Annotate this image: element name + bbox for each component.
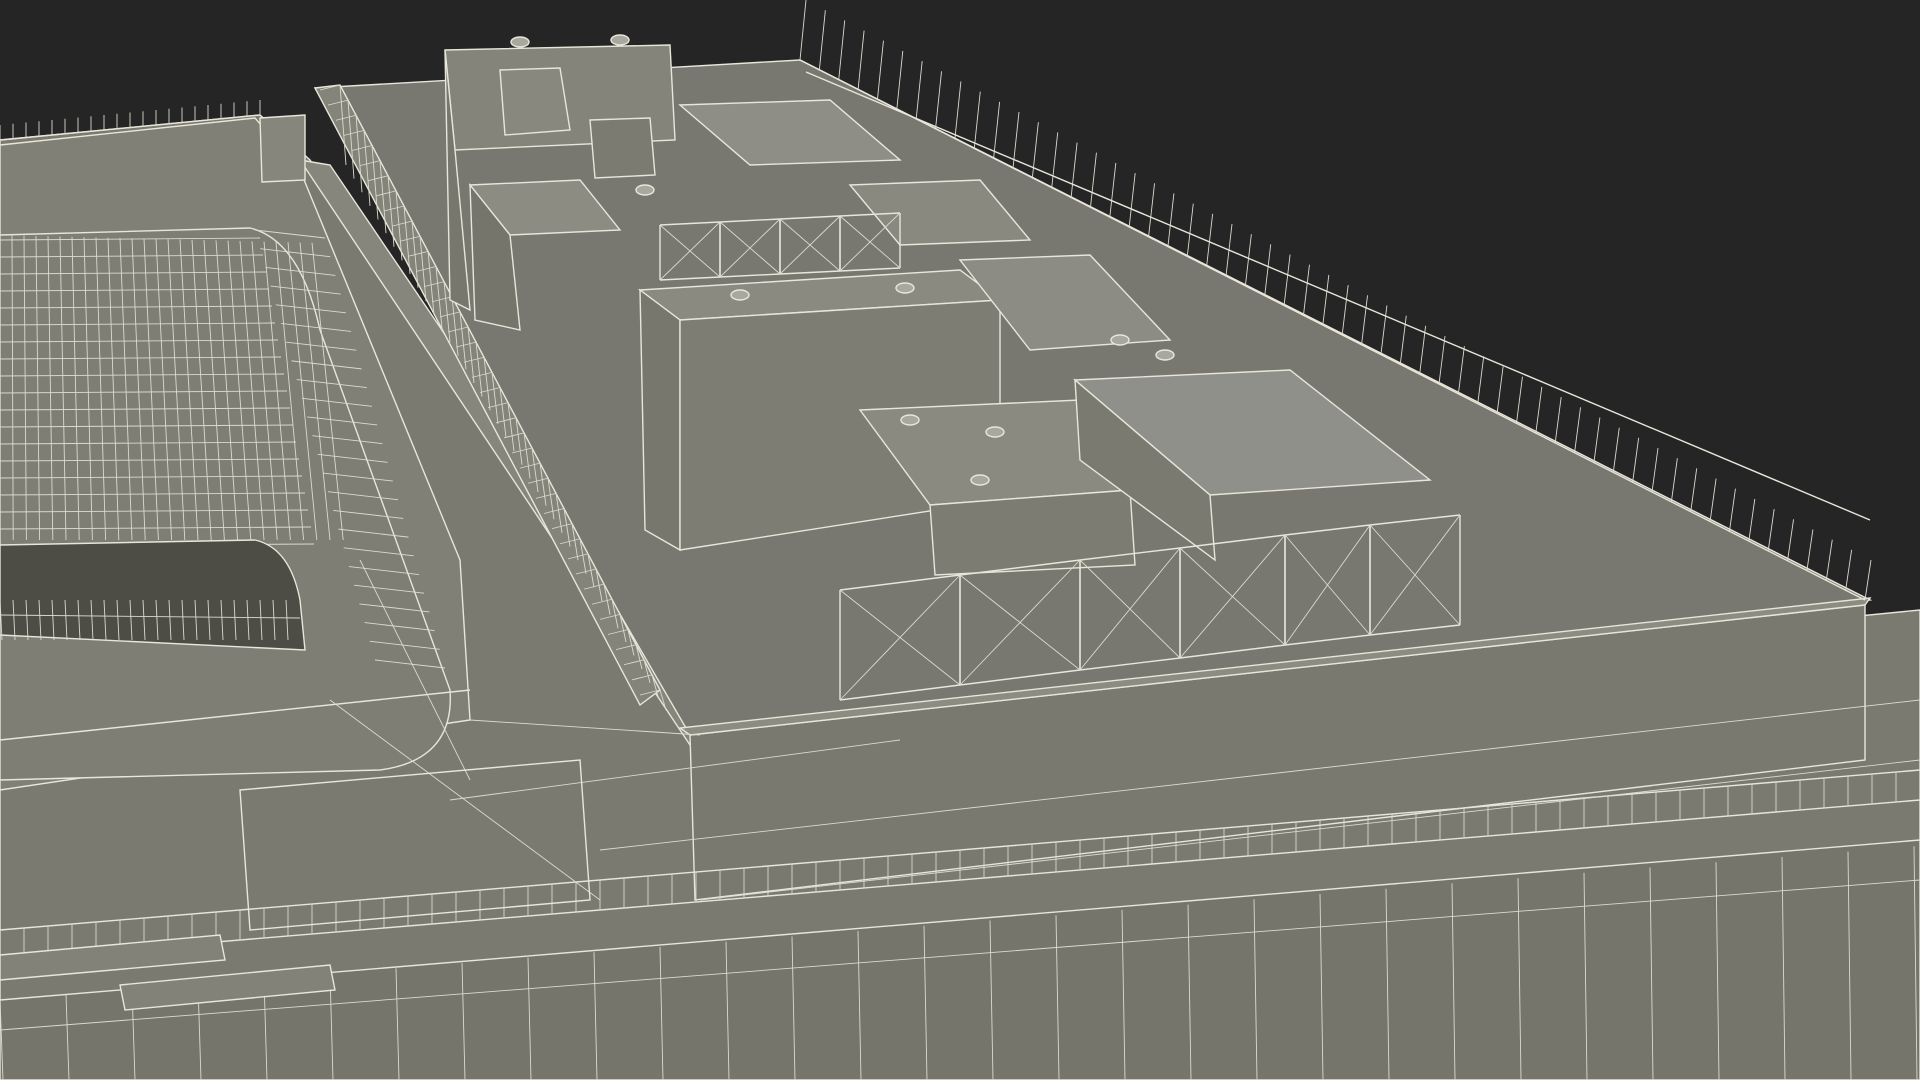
stair-frame-left — [259, 114, 306, 183]
roof-vent-cap — [900, 414, 920, 426]
roof-vent-cap — [610, 34, 630, 46]
equipment-block-b-front — [639, 288, 681, 552]
duct-box-1 — [499, 67, 571, 136]
roof-vent-cap — [1110, 334, 1130, 346]
wireframe-building-rooftop-render — [0, 0, 1920, 1080]
render-viewport — [0, 0, 1920, 1080]
equipment-block-c-front — [929, 489, 1136, 576]
atrium-opening — [0, 539, 306, 651]
roof-vent-cap — [970, 474, 990, 486]
roof-vent-cap — [730, 289, 750, 301]
roof-vent-cap — [895, 282, 915, 294]
roof-vent-cap — [985, 426, 1005, 438]
roof-vent-cap — [635, 184, 655, 196]
roof-vent-cap — [1155, 349, 1175, 361]
roof-vent-cap — [510, 36, 530, 48]
duct-box-2 — [589, 117, 656, 179]
